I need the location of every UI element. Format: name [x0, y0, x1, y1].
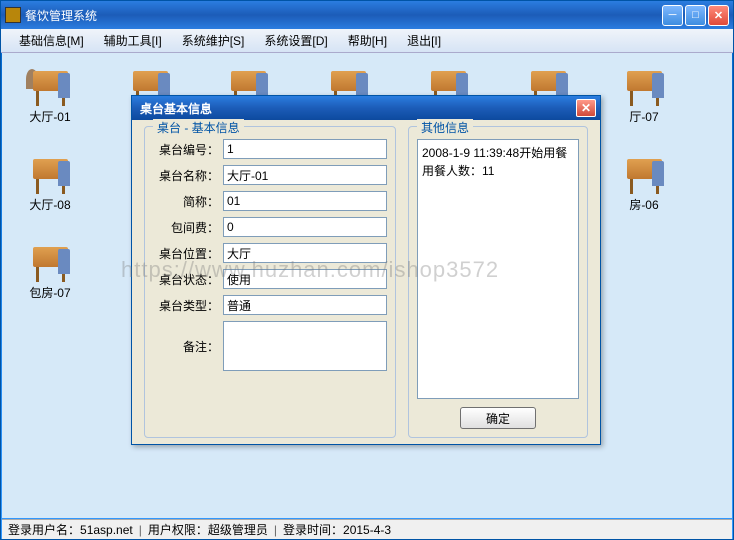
close-button[interactable]: ✕ — [708, 5, 729, 26]
desk-icon[interactable]: 包房-07 — [20, 237, 80, 301]
input-desk-name[interactable] — [223, 165, 387, 185]
dialog-close-button[interactable]: ✕ — [576, 99, 596, 117]
desk-icon[interactable]: 大厅-08 — [20, 149, 80, 213]
status-perm-label: 用户权限： — [148, 521, 208, 538]
maximize-button[interactable]: □ — [685, 5, 706, 26]
input-position[interactable] — [223, 243, 387, 263]
status-sep: | — [139, 523, 142, 537]
desk-label: 厅-07 — [614, 108, 674, 125]
legend-other: 其他信息 — [417, 119, 473, 136]
other-info-text: 2008-1-9 11:39:48开始用餐 用餐人数：11 — [417, 139, 579, 399]
desk-info-dialog: 桌台基本信息 ✕ 桌台 - 基本信息 桌台编号： 桌台名称： 简称： — [131, 95, 601, 445]
input-fee[interactable] — [223, 217, 387, 237]
desk-image — [28, 149, 73, 194]
dialog-title: 桌台基本信息 — [136, 100, 576, 117]
menu-help[interactable]: 帮助[H] — [338, 29, 397, 52]
desk-image — [28, 61, 73, 106]
desk-label: 房-06 — [614, 196, 674, 213]
desk-image — [622, 61, 667, 106]
dialog-body: 桌台 - 基本信息 桌台编号： 桌台名称： 简称： 包间费： — [132, 120, 600, 444]
app-title: 餐饮管理系统 — [25, 7, 662, 24]
status-time-value: 2015-4-3 — [343, 523, 391, 537]
ok-button[interactable]: 确定 — [460, 407, 536, 429]
desk-image — [622, 149, 667, 194]
label-position: 桌台位置： — [153, 245, 223, 262]
label-type: 桌台类型： — [153, 297, 223, 314]
input-type[interactable] — [223, 295, 387, 315]
input-short[interactable] — [223, 191, 387, 211]
menubar: 基础信息[M] 辅助工具[I] 系统维护[S] 系统设置[D] 帮助[H] 退出… — [1, 29, 733, 53]
status-time-label: 登录时间： — [283, 521, 343, 538]
desk-icon[interactable]: 房-06 — [614, 149, 674, 213]
input-desk-id[interactable] — [223, 139, 387, 159]
legend-basic: 桌台 - 基本信息 — [153, 119, 244, 136]
menu-tools[interactable]: 辅助工具[I] — [94, 29, 172, 52]
fieldset-other-info: 其他信息 2008-1-9 11:39:48开始用餐 用餐人数：11 确定 — [408, 126, 588, 438]
other-info-line2: 用餐人数：11 — [422, 162, 574, 180]
menu-basic-info[interactable]: 基础信息[M] — [9, 29, 94, 52]
dialog-titlebar: 桌台基本信息 ✕ — [132, 96, 600, 120]
desk-icon[interactable]: 厅-07 — [614, 61, 674, 125]
main-window: 餐饮管理系统 ─ □ ✕ 基础信息[M] 辅助工具[I] 系统维护[S] 系统设… — [0, 0, 734, 540]
desk-label: 大厅-08 — [20, 196, 80, 213]
main-titlebar: 餐饮管理系统 ─ □ ✕ — [1, 1, 733, 29]
input-state[interactable] — [223, 269, 387, 289]
textarea-remark[interactable] — [223, 321, 387, 371]
menu-exit[interactable]: 退出[I] — [397, 29, 451, 52]
status-user-label: 登录用户名： — [8, 521, 80, 538]
fieldset-basic-info: 桌台 - 基本信息 桌台编号： 桌台名称： 简称： 包间费： — [144, 126, 396, 438]
label-short: 简称： — [153, 193, 223, 210]
desk-label: 大厅-01 — [20, 108, 80, 125]
menu-maintain[interactable]: 系统维护[S] — [172, 29, 255, 52]
menu-settings[interactable]: 系统设置[D] — [254, 29, 337, 52]
desk-label: 包房-07 — [20, 284, 80, 301]
app-icon — [5, 7, 21, 23]
status-user-value: 51asp.net — [80, 523, 133, 537]
label-desk-name: 桌台名称： — [153, 167, 223, 184]
label-desk-id: 桌台编号： — [153, 141, 223, 158]
titlebar-buttons: ─ □ ✕ — [662, 5, 729, 26]
status-sep: | — [274, 523, 277, 537]
label-remark: 备注： — [153, 338, 223, 355]
label-state: 桌台状态： — [153, 271, 223, 288]
statusbar: 登录用户名： 51asp.net | 用户权限： 超级管理员 | 登录时间： 2… — [2, 519, 732, 539]
desk-image — [28, 237, 73, 282]
other-info-line1: 2008-1-9 11:39:48开始用餐 — [422, 144, 574, 162]
desk-icon[interactable]: 大厅-01 — [20, 61, 80, 125]
label-fee: 包间费： — [153, 219, 223, 236]
status-perm-value: 超级管理员 — [208, 521, 268, 538]
minimize-button[interactable]: ─ — [662, 5, 683, 26]
